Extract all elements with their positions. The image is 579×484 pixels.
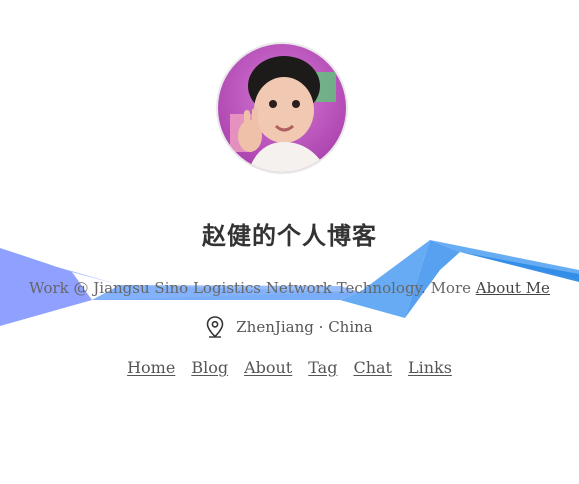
avatar[interactable] [218,44,346,172]
nav-about[interactable]: About [244,358,292,377]
map-pin-icon [206,316,224,338]
nav-chat[interactable]: Chat [353,358,392,377]
main-nav: Home Blog About Tag Chat Links [0,358,579,377]
nav-tag[interactable]: Tag [308,358,337,377]
avatar-image [218,44,346,172]
description-text: Work @ Jiangsu Sino Logistics Network Te… [29,279,476,297]
location: ZhenJiang · China [0,316,579,338]
site-title: 赵健的个人博客 [202,222,377,250]
nav-home[interactable]: Home [127,358,175,377]
location-text: ZhenJiang · China [236,318,373,336]
about-me-link[interactable]: About Me [476,279,550,297]
nav-links[interactable]: Links [408,358,452,377]
site-description: Work @ Jiangsu Sino Logistics Network Te… [0,279,579,297]
nav-blog[interactable]: Blog [191,358,228,377]
